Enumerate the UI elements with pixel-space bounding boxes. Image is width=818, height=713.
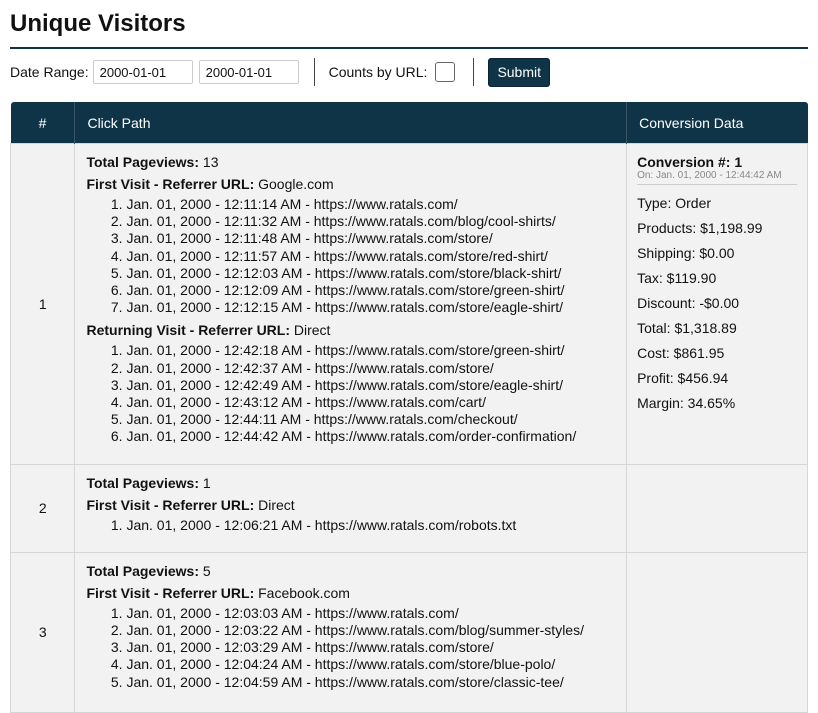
visit-heading: First Visit - Referrer URL: Direct [86,497,616,514]
date-range-label: Date Range: [10,64,89,80]
pageview-list: Jan. 01, 2000 - 12:42:18 AM - https://ww… [86,342,616,445]
row-number: 1 [9,143,76,465]
total-pageviews-value: 1 [202,474,211,491]
conversion-detail: Discount: -$0.00 [637,295,740,311]
referrer-value: Direct [258,496,295,513]
pageview-item: Jan. 01, 2000 - 12:03:22 AM - https://ww… [126,622,616,639]
pageview-list: Jan. 01, 2000 - 12:06:21 AM - https://ww… [86,517,616,534]
pageview-item: Jan. 01, 2000 - 12:12:09 AM - https://ww… [126,282,616,299]
conversion-detail: Products: $1,198.99 [637,220,763,236]
end-date-input[interactable] [198,60,299,84]
page-title: Unique Visitors [10,10,186,37]
counts-by-url-checkbox[interactable] [435,62,456,82]
pageview-item: Jan. 01, 2000 - 12:11:48 AM - https://ww… [126,230,616,247]
row-number: 2 [9,463,76,553]
pageview-item: Jan. 01, 2000 - 12:06:21 AM - https://ww… [126,517,616,534]
table-row: 2 Total Pageviews: 1 First Visit - Referre… [9,463,808,553]
conversion-data-cell: Conversion #: 1 On: Jan. 01, 2000 - 12:44… [626,143,808,465]
conversion-detail: Tax: $119.90 [637,270,717,286]
total-pageviews-label: Total Pageviews: [86,474,200,491]
total-pageviews-value: 5 [202,562,211,579]
visit-heading: First Visit - Referrer URL: Google.com [86,176,616,193]
visitors-table: # Click Path Conversion Data 1 Total Page… [9,102,808,713]
pageview-item: Jan. 01, 2000 - 12:12:15 AM - https://ww… [126,299,616,316]
visit-label: Returning Visit - Referrer URL: [86,322,290,339]
pageview-item: Jan. 01, 2000 - 12:11:57 AM - https://ww… [126,248,616,265]
column-header-conversion-data: Conversion Data [626,102,808,144]
pageview-item: Jan. 01, 2000 - 12:44:42 AM - https://ww… [126,428,616,445]
pageview-item: Jan. 01, 2000 - 12:12:03 AM - https://ww… [126,265,616,282]
pageview-list: Jan. 01, 2000 - 12:03:03 AM - https://ww… [86,605,616,691]
total-pageviews-label: Total Pageviews: [86,562,200,579]
conversion-detail: Total: $1,318.89 [637,320,737,336]
conversion-title: Conversion #: 1 [637,154,743,170]
filter-divider [313,58,315,86]
total-pageviews: Total Pageviews: 13 [86,154,616,170]
visit-label: First Visit - Referrer URL: [86,496,255,513]
conversion-data-cell [626,463,808,553]
visit-heading: Returning Visit - Referrer URL: Direct [86,322,616,339]
pageview-item: Jan. 01, 2000 - 12:42:49 AM - https://ww… [126,377,616,394]
total-pageviews: Total Pageviews: 5 [86,563,616,579]
table-row: 3 Total Pageviews: 5 First Visit - Referre… [9,551,808,713]
pageview-item: Jan. 01, 2000 - 12:11:32 AM - https://ww… [126,213,616,230]
table-header-row: # Click Path Conversion Data [10,102,808,144]
start-date-input[interactable] [92,60,193,84]
pageview-item: Jan. 01, 2000 - 12:44:11 AM - https://ww… [126,411,616,428]
conversion-date: On: Jan. 01, 2000 - 12:44:42 AM [637,170,797,185]
conversion-detail: Cost: $861.95 [637,345,725,361]
pageview-item: Jan. 01, 2000 - 12:04:59 AM - https://ww… [126,674,616,691]
conversion-data-cell [626,551,808,713]
conversion-detail: Margin: 34.65% [637,395,736,411]
page: Unique Visitors Date Range: Counts by UR… [0,0,818,713]
visit-heading: First Visit - Referrer URL: Facebook.com [86,585,616,602]
filter-divider [473,58,475,86]
referrer-value: Google.com [258,176,334,192]
pageview-list: Jan. 01, 2000 - 12:11:14 AM - https://ww… [86,196,616,316]
click-path-cell: Total Pageviews: 13 First Visit - Referre… [74,143,628,465]
click-path-cell: Total Pageviews: 1 First Visit - Referrer… [74,463,628,553]
click-path-cell: Total Pageviews: 5 First Visit - Referrer… [74,551,628,713]
referrer-value: Facebook.com [258,584,350,601]
pageview-item: Jan. 01, 2000 - 12:43:12 AM - https://ww… [126,394,616,411]
counts-by-url-label: Counts by URL: [328,64,428,80]
pageview-item: Jan. 01, 2000 - 12:04:24 AM - https://ww… [126,656,616,673]
conversion-detail: Type: Order [637,195,712,211]
referrer-value: Direct [293,322,331,339]
pageview-item: Jan. 01, 2000 - 12:11:14 AM - https://ww… [126,196,616,213]
total-pageviews: Total Pageviews: 1 [86,475,616,491]
pageview-item: Jan. 01, 2000 - 12:42:18 AM - https://ww… [126,342,616,359]
conversion-detail: Shipping: $0.00 [637,245,735,261]
pageview-item: Jan. 01, 2000 - 12:03:03 AM - https://ww… [126,605,616,622]
visit-label: First Visit - Referrer URL: [86,584,255,601]
column-header-number: # [10,102,76,144]
conversion-detail: Profit: $456.94 [637,370,729,386]
pageview-item: Jan. 01, 2000 - 12:42:37 AM - https://ww… [126,360,616,377]
total-pageviews-label: Total Pageviews: [86,154,200,170]
submit-button[interactable]: Submit [488,57,551,87]
table-row: 1 Total Pageviews: 13 First Visit - Referr… [9,143,808,465]
row-number: 3 [9,551,76,713]
filter-bar: Date Range: Counts by URL: Submit [10,49,808,95]
visit-label: First Visit - Referrer URL: [86,176,255,192]
column-header-click-path: Click Path [74,102,628,144]
pageview-item: Jan. 01, 2000 - 12:03:29 AM - https://ww… [126,639,616,656]
total-pageviews-value: 13 [202,154,219,170]
